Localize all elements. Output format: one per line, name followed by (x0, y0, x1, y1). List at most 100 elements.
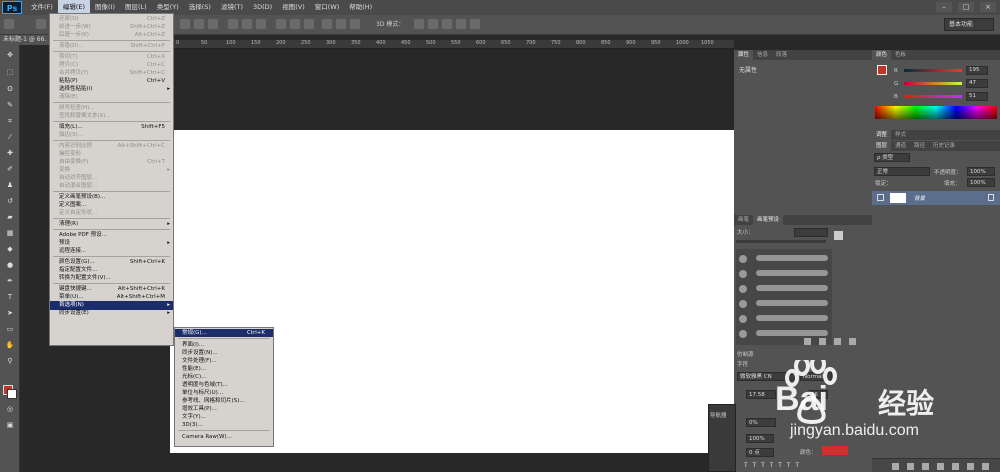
healing-brush-tool-icon[interactable]: ✚ (5, 149, 15, 158)
fill-field[interactable]: 100% (967, 178, 995, 187)
edit-menu-item[interactable]: 转换为配置文件(V)... (50, 274, 173, 283)
preferences-menu-item[interactable]: 同步设置(N)... (175, 349, 273, 357)
tab-brush-presets[interactable]: 画笔预设 (753, 215, 784, 225)
preferences-menu-item[interactable]: 3D(3)... (175, 421, 273, 429)
create-brush-icon[interactable] (834, 338, 841, 345)
brush-size-slider[interactable] (736, 240, 826, 243)
menu-item[interactable]: 窗口(W) (310, 0, 345, 15)
move-tool-icon[interactable]: ✥ (5, 51, 15, 60)
clone-stamp-tool-icon[interactable]: ♟ (5, 181, 15, 190)
opacity-field[interactable]: 100% (967, 167, 995, 176)
background-color-swatch[interactable] (7, 389, 17, 399)
layer-kind-filter[interactable]: ρ 类型 (874, 153, 910, 162)
marquee-tool-icon[interactable]: ⬚ (5, 68, 15, 77)
preferences-menu-item[interactable]: 单位与标尺(U)... (175, 389, 273, 397)
preferences-menu-item[interactable]: 增效工具(P)... (175, 405, 273, 413)
eraser-tool-icon[interactable]: ▰ (5, 213, 15, 222)
menu-item[interactable]: 滤镜(T) (216, 0, 248, 15)
type-tool-icon[interactable]: T (5, 293, 15, 302)
distribute-bottom-icon[interactable] (304, 19, 314, 29)
tab-paths[interactable]: 路径 (910, 141, 929, 151)
blue-value-field[interactable]: 51 (966, 92, 988, 101)
close-button[interactable]: × (980, 2, 996, 12)
move-tool-icon[interactable] (4, 19, 14, 29)
distribute-hcenter-icon[interactable] (336, 19, 346, 29)
tab-channels[interactable]: 通道 (891, 141, 910, 151)
color-fg-swatch[interactable] (877, 65, 887, 75)
tab-history[interactable]: 历史记录 (929, 141, 959, 151)
layer-name[interactable]: 背景 (914, 194, 925, 202)
layer-visibility-icon[interactable] (877, 194, 884, 201)
preferences-menu-item[interactable]: 常规(G)... Ctrl+K (175, 329, 273, 337)
history-brush-tool-icon[interactable]: ↺ (5, 197, 15, 206)
red-value-field[interactable]: 195 (966, 66, 988, 75)
align-right-icon[interactable] (256, 19, 266, 29)
navigator-panel[interactable]: 导航器 (708, 404, 736, 472)
align-left-icon[interactable] (228, 19, 238, 29)
edit-menu-item[interactable]: 同步设置(E) ▸ (50, 309, 173, 318)
screen-mode-icon[interactable]: ▣ (5, 421, 15, 430)
preferences-menu-item[interactable]: 光标(C)... (175, 373, 273, 381)
delete-brush-icon[interactable] (849, 338, 856, 345)
3d-slide-icon[interactable] (456, 19, 466, 29)
quick-mask-icon[interactable]: ◎ (5, 405, 15, 414)
color-spectrum[interactable] (875, 106, 997, 119)
3d-rotate-icon[interactable] (414, 19, 424, 29)
blue-slider[interactable] (904, 95, 962, 98)
preferences-menu-item[interactable]: Camera Raw(W)... (175, 433, 273, 441)
document-tab[interactable]: 未标题-1 @ 66. (0, 35, 50, 45)
quick-select-tool-icon[interactable]: ✎ (5, 101, 15, 110)
preferences-menu-item[interactable]: 性能(E)... (175, 365, 273, 373)
brush-tool-icon[interactable]: ✐ (5, 165, 15, 174)
tab-properties[interactable]: 属性 (734, 50, 754, 60)
menu-item[interactable]: 3D(D) (248, 0, 277, 15)
edit-menu-item[interactable]: 清理(R) ▸ (50, 220, 173, 229)
character-header[interactable]: 字符 (737, 360, 748, 368)
shape-tool-icon[interactable]: ▭ (5, 325, 15, 334)
distribute-right-icon[interactable] (350, 19, 360, 29)
preferences-menu-item[interactable]: 文件处理(F)... (175, 357, 273, 365)
dodge-tool-icon[interactable]: ● (5, 261, 15, 270)
tab-adjustments[interactable]: 调整 (872, 130, 892, 140)
toggle-brush-panel-icon[interactable] (804, 338, 811, 345)
brush-grid-icon[interactable] (819, 338, 826, 345)
gradient-tool-icon[interactable]: ▦ (5, 229, 15, 238)
tab-paragraph[interactable]: 段落 (772, 50, 791, 60)
distribute-left-icon[interactable] (322, 19, 332, 29)
tab-brush[interactable]: 画笔 (734, 215, 753, 225)
menu-item[interactable]: 帮助(H) (344, 0, 377, 15)
brush-presets-list[interactable] (736, 249, 832, 345)
hand-tool-icon[interactable]: ✋ (5, 341, 15, 350)
preferences-menu-item[interactable]: 界面(I)... (175, 341, 273, 349)
tab-color[interactable]: 颜色 (872, 50, 892, 60)
align-top-icon[interactable] (180, 19, 190, 29)
layer-row[interactable]: 背景 (872, 191, 1000, 205)
align-center-icon[interactable] (242, 19, 252, 29)
3d-scale-icon[interactable] (470, 19, 480, 29)
pen-tool-icon[interactable]: ✒ (5, 277, 15, 286)
3d-pan-icon[interactable] (442, 19, 452, 29)
tab-swatches[interactable]: 色板 (891, 50, 910, 60)
menu-item[interactable]: 选择(S) (184, 0, 216, 15)
brush-size-field[interactable] (794, 228, 828, 237)
crop-tool-icon[interactable]: ⌗ (5, 117, 15, 126)
green-value-field[interactable]: 47 (966, 79, 988, 88)
lasso-tool-icon[interactable]: ʘ (5, 85, 15, 94)
edit-menu-item[interactable]: 远程连接... (50, 247, 173, 256)
minimize-button[interactable]: – (936, 2, 952, 12)
tab-layers[interactable]: 图层 (872, 141, 892, 151)
tab-styles[interactable]: 样式 (891, 130, 910, 140)
path-select-tool-icon[interactable]: ➤ (5, 309, 15, 318)
blur-tool-icon[interactable]: ◆ (5, 245, 15, 254)
align-middle-icon[interactable] (194, 19, 204, 29)
green-slider[interactable] (904, 82, 962, 85)
align-bottom-icon[interactable] (208, 19, 218, 29)
red-slider[interactable] (904, 69, 962, 72)
distribute-top-icon[interactable] (276, 19, 286, 29)
menu-item[interactable]: 视图(V) (277, 0, 310, 15)
preferences-menu-item[interactable]: 文字(Y)... (175, 413, 273, 421)
blend-mode-select[interactable]: 正常 (874, 167, 930, 176)
preferences-menu-item[interactable]: 透明度与色域(T)... (175, 381, 273, 389)
tab-info[interactable]: 信息 (753, 50, 772, 60)
preferences-menu-item[interactable]: 参考线、网格和切片(S)... (175, 397, 273, 405)
